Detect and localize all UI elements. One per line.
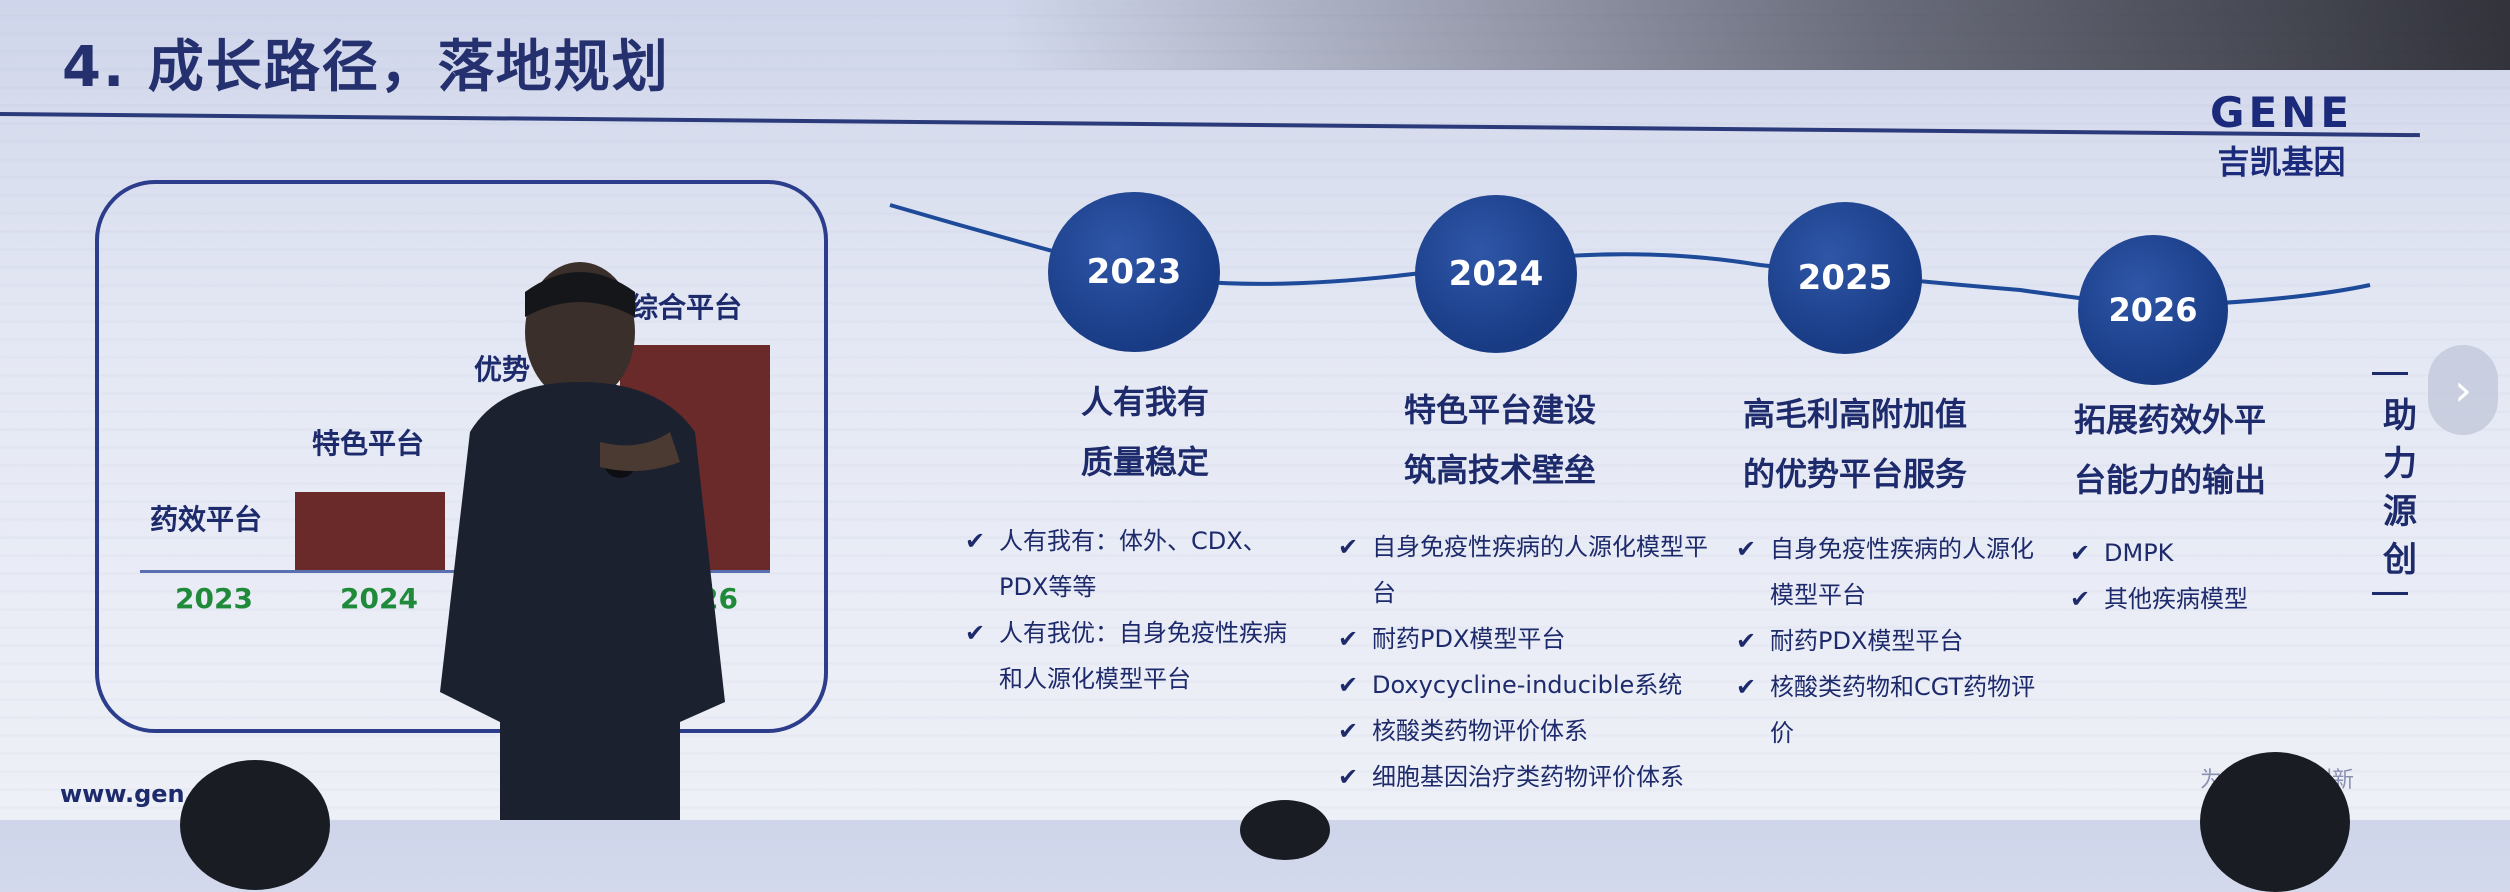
milestone-bullets-2025: ✔ 自身免疫性疾病的人源化模型平台 ✔ 耐药PDX模型平台 ✔ 核酸类药物和CGT药物… [1736,526,2036,756]
audience-head [1240,800,1330,860]
bullet-text: 其他疾病模型 [2104,585,2248,613]
bullet-item: ✔ 人有我优：自身免疫性疾病和人源化模型平台 [965,610,1310,702]
heading-line-2: 台能力的输出 [2073,461,2266,499]
bullet-text: 耐药PDX模型平台 [1770,627,1964,655]
audience-head [2200,752,2350,892]
checkmark-icon: ✔ [1338,763,1359,791]
timeline-year-2026: 2026 [2108,291,2198,329]
milestone-heading-2026: 拓展药效外平 台能力的输出 [2040,390,2300,510]
timeline-node-2024: 2024 [1415,195,1577,353]
slogan-char: 力 [2383,444,2417,484]
bullet-text: 人有我优：自身免疫性疾病和人源化模型平台 [999,619,1287,693]
timeline-year-2025: 2025 [1797,258,1893,298]
timeline-node-2025: 2025 [1768,202,1922,354]
heading-line-1: 高毛利高附加值 [1742,395,1967,433]
milestone-bullets-2026: ✔ DMPK ✔ 其他疾病模型 [2070,530,2310,622]
milestone-heading-2023: 人有我有 质量稳定 [1020,372,1270,492]
bullet-text: Doxycycline-inducible系统 [1372,671,1683,699]
slogan-bottom-rule [2372,592,2408,595]
checkmark-icon: ✔ [1338,671,1359,699]
bullet-text: 核酸类药物和CGT药物评价 [1770,673,2036,747]
audience-head [180,760,330,890]
heading-line-2: 质量稳定 [1080,443,1209,481]
slogan-char: 创 [2383,540,2417,580]
checkmark-icon: ✔ [965,619,986,647]
slogan-char: 助 [2383,396,2417,436]
bullet-item: ✔ 其他疾病模型 [2070,576,2310,622]
bullet-item: ✔ 耐药PDX模型平台 [1338,616,1718,662]
next-slide-button[interactable]: › [2428,345,2498,435]
heading-line-1: 人有我有 [1080,383,1209,421]
vertical-slogan: 助 力 源 创 [2380,392,2420,584]
checkmark-icon: ✔ [2070,585,2091,613]
timeline-node-2026: 2026 [2078,235,2228,385]
timeline-year-2024: 2024 [1448,254,1544,294]
bullet-item: ✔ Doxycycline-inducible系统 [1338,662,1718,708]
bullet-item: ✔ 耐药PDX模型平台 [1736,618,2036,664]
bullet-text: 自身免疫性疾病的人源化模型平台 [1770,535,2034,609]
bullet-item: ✔ 核酸类药物和CGT药物评价 [1736,664,2036,756]
checkmark-icon: ✔ [965,527,986,555]
bullet-item: ✔ 核酸类药物评价体系 [1338,708,1718,754]
heading-line-2: 筑高技术壁垒 [1403,451,1596,489]
milestone-bullets-2023: ✔ 人有我有：体外、CDX、PDX等等 ✔ 人有我优：自身免疫性疾病和人源化模型平台 [965,518,1310,702]
bullet-text: DMPK [2104,539,2174,567]
bullet-item: ✔ 细胞基因治疗类药物评价体系 [1338,754,1718,800]
bullet-text: 细胞基因治疗类药物评价体系 [1372,763,1684,791]
milestone-heading-2025: 高毛利高附加值 的优势平台服务 [1725,384,1985,504]
bullet-item: ✔ 人有我有：体外、CDX、PDX等等 [965,518,1310,610]
bullet-item: ✔ 自身免疫性疾病的人源化模型平台 [1736,526,2036,618]
heading-line-2: 的优势平台服务 [1742,455,1967,493]
checkmark-icon: ✔ [1338,717,1359,745]
slogan-char: 源 [2383,492,2417,532]
bullet-text: 人有我有：体外、CDX、PDX等等 [999,527,1267,601]
checkmark-icon: ✔ [1736,535,1757,563]
milestone-bullets-2024: ✔ 自身免疫性疾病的人源化模型平台 ✔ 耐药PDX模型平台 ✔ Doxycycline… [1338,524,1718,800]
checkmark-icon: ✔ [2070,539,2091,567]
checkmark-icon: ✔ [1736,673,1757,701]
checkmark-icon: ✔ [1338,533,1359,561]
heading-line-1: 特色平台建设 [1403,391,1596,429]
bullet-item: ✔ 自身免疫性疾病的人源化模型平台 [1338,524,1718,616]
chevron-right-icon: › [2454,364,2472,416]
bullet-text: 自身免疫性疾病的人源化模型平台 [1372,533,1708,607]
checkmark-icon: ✔ [1736,627,1757,655]
bullet-item: ✔ DMPK [2070,530,2310,576]
bullet-text: 耐药PDX模型平台 [1372,625,1566,653]
heading-line-1: 拓展药效外平 [2073,401,2266,439]
slogan-top-rule [2372,372,2408,375]
milestone-heading-2024: 特色平台建设 筑高技术壁垒 [1370,380,1630,500]
bullet-text: 核酸类药物评价体系 [1372,717,1588,745]
checkmark-icon: ✔ [1338,625,1359,653]
timeline-node-2023: 2023 [1048,192,1220,352]
timeline-year-2023: 2023 [1086,252,1182,292]
